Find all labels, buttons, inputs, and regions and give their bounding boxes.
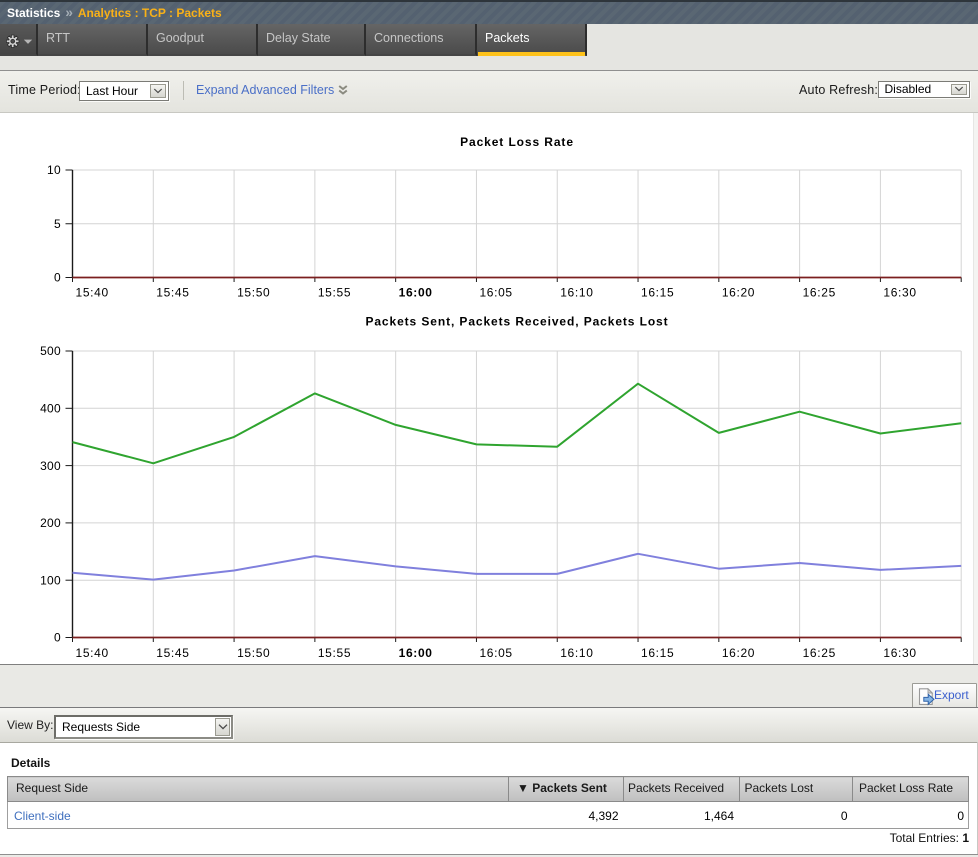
svg-text:15:45: 15:45 <box>156 286 189 300</box>
svg-text:0: 0 <box>54 271 61 285</box>
svg-text:16:00: 16:00 <box>399 646 433 660</box>
svg-text:Packets Sent, Packets Received: Packets Sent, Packets Received, Packets … <box>365 315 668 329</box>
svg-text:16:00: 16:00 <box>399 286 433 300</box>
svg-text:400: 400 <box>40 402 61 416</box>
svg-text:200: 200 <box>40 516 61 530</box>
svg-text:500: 500 <box>40 344 61 358</box>
svg-text:16:30: 16:30 <box>883 646 916 660</box>
svg-text:16:25: 16:25 <box>803 286 836 300</box>
svg-text:16:10: 16:10 <box>560 286 593 300</box>
svg-text:16:25: 16:25 <box>803 646 836 660</box>
svg-text:16:05: 16:05 <box>479 286 512 300</box>
svg-text:15:55: 15:55 <box>318 646 351 660</box>
svg-text:15:50: 15:50 <box>237 286 270 300</box>
svg-text:16:15: 16:15 <box>641 646 674 660</box>
svg-text:16:10: 16:10 <box>560 646 593 660</box>
svg-text:16:20: 16:20 <box>722 286 755 300</box>
svg-text:15:40: 15:40 <box>76 646 109 660</box>
svg-text:16:20: 16:20 <box>722 646 755 660</box>
svg-text:0: 0 <box>54 631 61 645</box>
svg-text:16:15: 16:15 <box>641 286 674 300</box>
svg-text:16:30: 16:30 <box>883 286 916 300</box>
svg-text:10: 10 <box>47 163 61 177</box>
svg-text:Packet Loss Rate: Packet Loss Rate <box>460 135 574 149</box>
svg-text:5: 5 <box>54 217 61 231</box>
svg-text:15:45: 15:45 <box>156 646 189 660</box>
svg-text:300: 300 <box>40 459 61 473</box>
svg-text:100: 100 <box>40 573 61 587</box>
svg-text:15:40: 15:40 <box>76 286 109 300</box>
svg-text:15:50: 15:50 <box>237 646 270 660</box>
svg-text:15:55: 15:55 <box>318 286 351 300</box>
svg-text:16:05: 16:05 <box>479 646 512 660</box>
